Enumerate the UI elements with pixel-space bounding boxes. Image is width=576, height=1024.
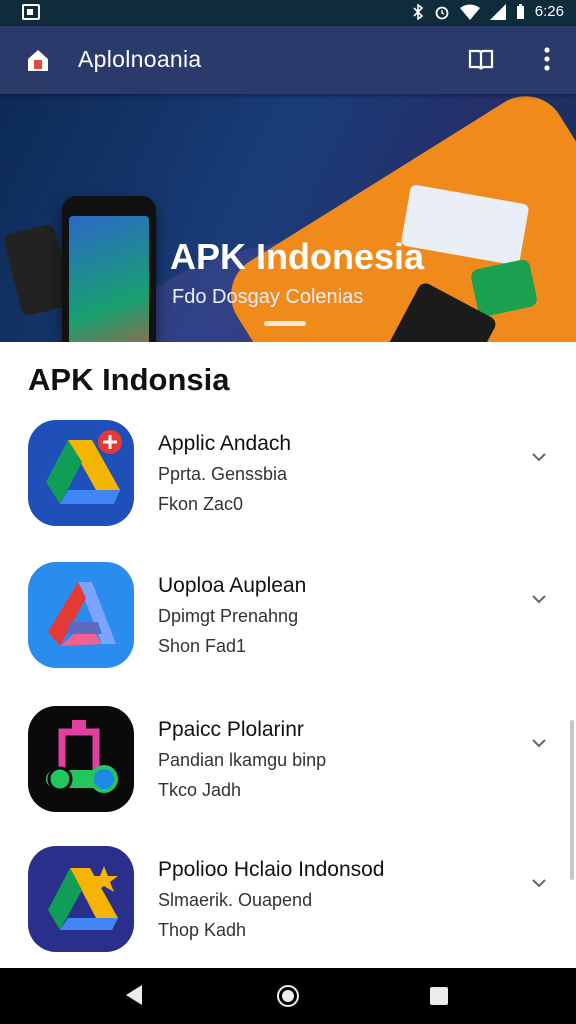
list-item[interactable]: Applic Andach Pprta. Genssbia Fkon Zac0	[0, 420, 576, 548]
drive-icon	[28, 420, 134, 526]
status-bar: 6:26	[0, 0, 576, 26]
chevron-down-icon[interactable]	[530, 590, 548, 608]
arrow-app-icon	[28, 562, 134, 668]
battery-icon	[516, 3, 525, 20]
chevron-down-icon[interactable]	[530, 734, 548, 752]
app-subtitle: Dpimgt Prenahng	[158, 606, 299, 626]
app-subtitle: Pprta. Genssbia	[158, 464, 288, 484]
alarm-icon	[434, 4, 450, 20]
app-name: Applic Andach	[158, 432, 292, 455]
app-name: Uoploa Auplean	[158, 574, 307, 597]
clock-text: 6:26	[534, 3, 564, 20]
list-item[interactable]: Ppolioo Hclaio Indonsod Slmaerik. Ouapen…	[0, 846, 576, 974]
chevron-down-icon[interactable]	[530, 874, 548, 892]
scrollbar[interactable]	[570, 720, 574, 880]
banner-headline: APK Indonesia	[170, 236, 425, 277]
promo-banner[interactable]: APK Indonesia Fdo Dosgay Colenias A	[0, 94, 576, 342]
drive-star-icon	[28, 846, 134, 952]
key-app-icon	[28, 706, 134, 812]
app-meta: Shon Fad1	[158, 636, 247, 656]
wifi-icon	[459, 4, 480, 20]
signal-icon	[489, 3, 506, 20]
app-subtitle: Slmaerik. Ouapend	[158, 890, 313, 910]
list-item[interactable]: Uoploa Auplean Dpimgt Prenahng Shon Fad1	[0, 562, 576, 690]
system-nav-bar	[0, 968, 576, 1024]
section-title: APK Indonsia	[28, 362, 230, 397]
carousel-indicator	[264, 321, 306, 326]
list-item[interactable]: Ppaicc Plolarinr Pandian lkamgu binp Tkc…	[0, 706, 576, 834]
app-title: Aplolnoania	[78, 46, 202, 72]
recents-icon[interactable]	[430, 987, 448, 1005]
banner-subline: Fdo Dosgay Colenias	[172, 286, 364, 308]
app-name: Ppaicc Plolarinr	[158, 718, 304, 741]
home-icon[interactable]	[24, 46, 52, 74]
app-bar: Aplolnoania	[0, 26, 576, 94]
home-circle-icon[interactable]	[276, 984, 300, 1008]
app-meta: Thop Kadh	[158, 920, 247, 940]
app-subtitle: Pandian lkamgu binp	[158, 750, 327, 770]
bluetooth-icon	[412, 3, 424, 20]
back-icon[interactable]	[124, 984, 144, 1011]
app-name: Ppolioo Hclaio Indonsod	[158, 858, 385, 881]
book-icon[interactable]	[468, 46, 494, 72]
banner-phone	[62, 196, 156, 342]
app-meta: Fkon Zac0	[158, 494, 244, 514]
app-meta: Tkco Jadh	[158, 780, 242, 800]
more-vert-icon[interactable]	[544, 46, 550, 72]
notification-icon	[22, 4, 40, 20]
chevron-down-icon[interactable]	[530, 448, 548, 466]
